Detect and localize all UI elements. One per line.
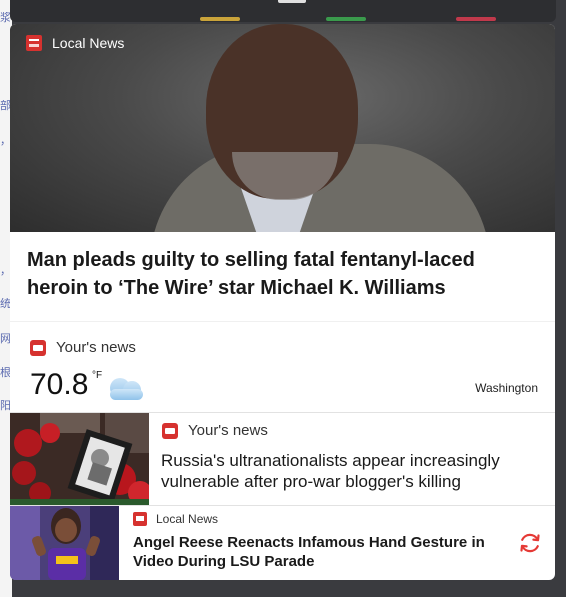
background-glyph: 部 (0, 100, 10, 112)
background-glyph: ， (0, 265, 10, 277)
tab-indicator[interactable] (200, 17, 240, 21)
news-source-logo-icon (162, 422, 178, 439)
tab-indicator[interactable] (326, 17, 366, 21)
hero-source-name: Local News (52, 35, 125, 51)
card-title[interactable]: Russia's ultranationalists appear increa… (161, 450, 546, 492)
weather-city: Washington (475, 381, 538, 395)
news-source-logo-icon (133, 512, 147, 526)
card-thumbnail (10, 506, 119, 580)
divider (10, 321, 555, 322)
news-feed-panel: Local News Man pleads guilty to selling … (10, 24, 555, 580)
refresh-icon[interactable] (517, 530, 543, 556)
background-glyph: 网 (0, 333, 10, 345)
drag-handle[interactable] (278, 0, 306, 3)
hero-headline[interactable]: Man pleads guilty to selling fatal fenta… (27, 246, 537, 302)
background-glyph: 浆 (0, 12, 10, 24)
memorial-photo (10, 413, 149, 505)
weather-source: Your's news (30, 339, 136, 356)
athlete-photo (10, 506, 119, 580)
hero-source: Local News (26, 34, 124, 52)
background-glyph: 阳 (0, 400, 10, 412)
background-glyph: 根 (0, 367, 10, 379)
temperature-value: 70.8 (30, 368, 89, 401)
card-source-name: Local News (156, 512, 219, 526)
tab-indicator[interactable] (456, 17, 496, 21)
card-source: Local News (133, 512, 218, 526)
news-source-logo-icon (26, 35, 42, 51)
card-thumbnail (10, 413, 149, 505)
hero-story[interactable]: Local News (10, 24, 555, 232)
partly-cloudy-icon (110, 378, 143, 400)
weather-source-name: Your's news (56, 339, 136, 356)
news-source-logo-icon (30, 339, 46, 356)
background-glyph: ， (0, 135, 10, 147)
background-glyph: 统 (0, 298, 10, 310)
card-title[interactable]: Angel Reese Reenacts Infamous Hand Gestu… (133, 533, 513, 571)
temperature-unit: °F (92, 370, 103, 381)
card-source-name: Your's news (188, 422, 268, 439)
widget-top-bar (10, 0, 556, 22)
card-source: Your's news (162, 422, 268, 439)
